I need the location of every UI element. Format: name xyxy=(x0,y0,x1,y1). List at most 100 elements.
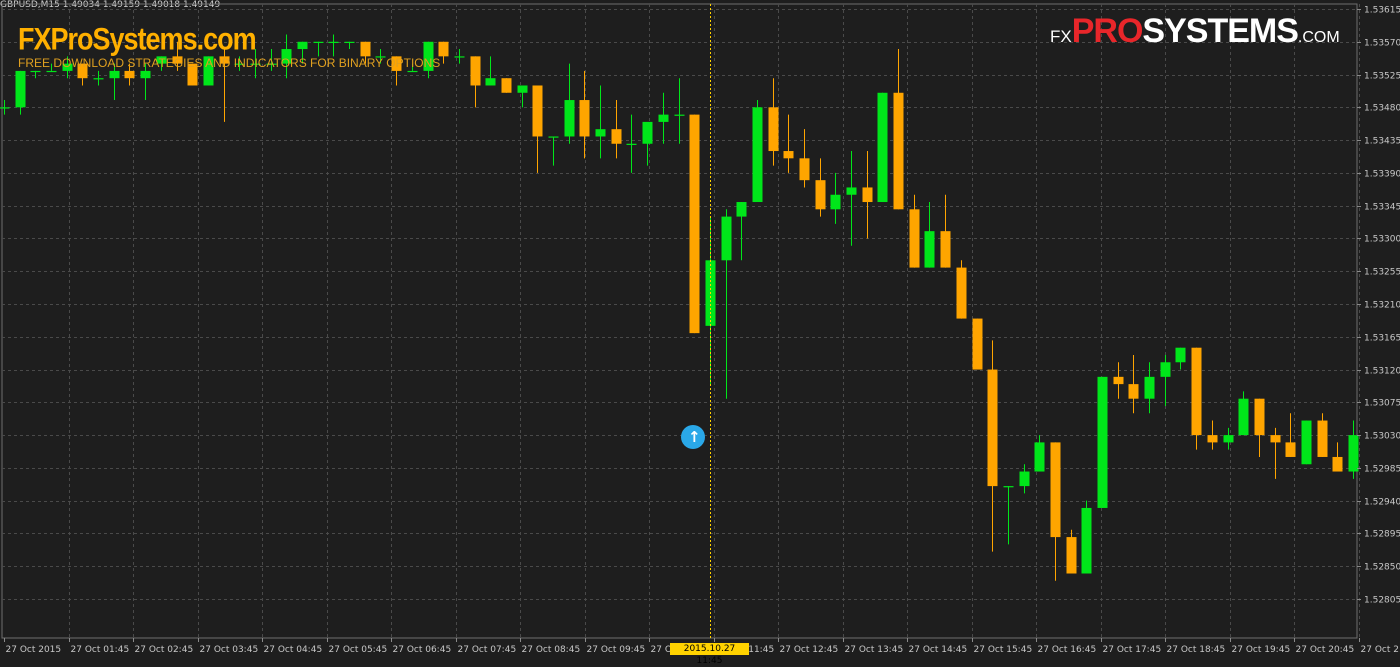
candle-body xyxy=(329,42,339,43)
price-tick-label: 1.53165 xyxy=(1364,334,1400,344)
candle-body xyxy=(1051,442,1061,537)
time-tick-label: 27 Oct 01:45 xyxy=(71,645,130,655)
candle-body xyxy=(580,100,590,136)
candle-body xyxy=(1004,486,1014,487)
bear-candle xyxy=(1114,362,1124,398)
bear-candle xyxy=(957,260,967,318)
candle-body xyxy=(941,231,951,267)
price-tick-label: 1.53120 xyxy=(1364,367,1400,377)
candle-body xyxy=(863,187,873,202)
candle-body xyxy=(439,42,449,57)
time-tick-label: 27 Oct 08:45 xyxy=(522,645,581,655)
bull-candle xyxy=(455,49,465,64)
bull-candle xyxy=(675,78,685,144)
candle-body xyxy=(910,209,920,267)
site-logo: FXProSystems.com xyxy=(18,22,256,58)
candle-body xyxy=(1035,442,1045,471)
bear-candle xyxy=(1051,442,1061,580)
bull-candle xyxy=(1302,421,1312,465)
candle-body xyxy=(596,129,606,136)
candle-body xyxy=(549,136,559,137)
bull-candle xyxy=(753,100,763,202)
candle-body xyxy=(486,78,496,85)
candle-body xyxy=(31,71,41,72)
candle-body xyxy=(722,217,732,261)
candle-body xyxy=(1224,435,1234,442)
bull-candle xyxy=(1098,377,1108,508)
price-chart[interactable]: 1.536151.535701.535251.534801.534351.533… xyxy=(0,0,1400,657)
candle-body xyxy=(565,100,575,136)
candle-body xyxy=(455,56,465,57)
bear-candle xyxy=(988,340,998,551)
bear-candle xyxy=(612,100,622,158)
bear-candle xyxy=(502,78,512,93)
bear-candle xyxy=(863,151,873,238)
price-tick-label: 1.53030 xyxy=(1364,432,1400,442)
bull-candle xyxy=(1161,355,1171,406)
bull-candle xyxy=(314,42,324,57)
candle-body xyxy=(16,71,26,107)
cursor-time-label: 2015.10.27 11:45 xyxy=(670,643,749,655)
bull-candle xyxy=(1145,362,1155,413)
candle-body xyxy=(0,107,10,108)
bear-candle xyxy=(1318,413,1328,457)
candle-body xyxy=(973,319,983,370)
bull-candle xyxy=(878,93,888,202)
bull-candle xyxy=(1224,428,1234,450)
bull-candle xyxy=(925,202,935,268)
candle-body xyxy=(1208,435,1218,442)
candle-body xyxy=(1098,377,1108,508)
up-arrow-icon: ↑ xyxy=(688,429,701,445)
price-tick-label: 1.53210 xyxy=(1364,301,1400,311)
chart-window[interactable]: 1.536151.535701.535251.534801.534351.533… xyxy=(0,0,1400,657)
price-tick-label: 1.52805 xyxy=(1364,596,1400,606)
candle-body xyxy=(1082,508,1092,574)
candle-body xyxy=(518,85,528,92)
candle-body xyxy=(471,56,481,85)
candle-body xyxy=(110,71,120,78)
bear-candle xyxy=(894,49,904,209)
candle-body xyxy=(502,78,512,93)
bull-candle xyxy=(16,71,26,115)
candle-body xyxy=(1067,537,1077,573)
brand-pro: PRO xyxy=(1072,12,1143,50)
bull-candle xyxy=(659,93,669,144)
candle-body xyxy=(361,42,371,57)
axes: 1.536151.535701.535251.534801.534351.533… xyxy=(5,4,1400,655)
bull-candle xyxy=(627,115,637,173)
price-tick-label: 1.53525 xyxy=(1364,72,1400,82)
bull-candle xyxy=(31,71,41,78)
brand-fx: FX xyxy=(1050,27,1072,46)
bull-candle xyxy=(0,100,10,115)
time-tick-label: 27 Oct 06:45 xyxy=(393,645,452,655)
candle-body xyxy=(957,268,967,319)
brand-systems: SYSTEMS xyxy=(1142,12,1297,50)
price-tick-label: 1.52850 xyxy=(1364,563,1400,573)
bull-candle xyxy=(1035,435,1045,471)
time-tick-label: 27 Oct 07:45 xyxy=(458,645,517,655)
price-tick-label: 1.53435 xyxy=(1364,137,1400,147)
bear-candle xyxy=(533,85,543,172)
price-tick-label: 1.53300 xyxy=(1364,235,1400,245)
grid xyxy=(2,4,1360,638)
bear-candle xyxy=(784,115,794,173)
candle-body xyxy=(816,180,826,209)
candle-body xyxy=(831,195,841,210)
time-tick-label: 27 Oct 15:45 xyxy=(974,645,1033,655)
bull-candle xyxy=(643,122,653,166)
candle-body xyxy=(612,129,622,144)
tagline: FREE DOWNLOAD STRATEGIES AND INDICATORS … xyxy=(18,56,440,70)
bear-candle xyxy=(1067,530,1077,574)
price-tick-label: 1.53255 xyxy=(1364,268,1400,278)
candle-body xyxy=(753,107,763,202)
time-tick-label: 27 Oct 18:45 xyxy=(1167,645,1226,655)
bear-candle xyxy=(1333,442,1343,471)
bull-candle xyxy=(1239,391,1249,435)
price-tick-label: 1.52895 xyxy=(1364,530,1400,540)
candle-body xyxy=(408,71,418,72)
buy-signal-arrow-icon[interactable]: ↑ xyxy=(681,425,705,449)
candle-body xyxy=(894,93,904,210)
bull-candle xyxy=(831,173,841,224)
bear-candle xyxy=(471,56,481,107)
candle-body xyxy=(878,93,888,202)
